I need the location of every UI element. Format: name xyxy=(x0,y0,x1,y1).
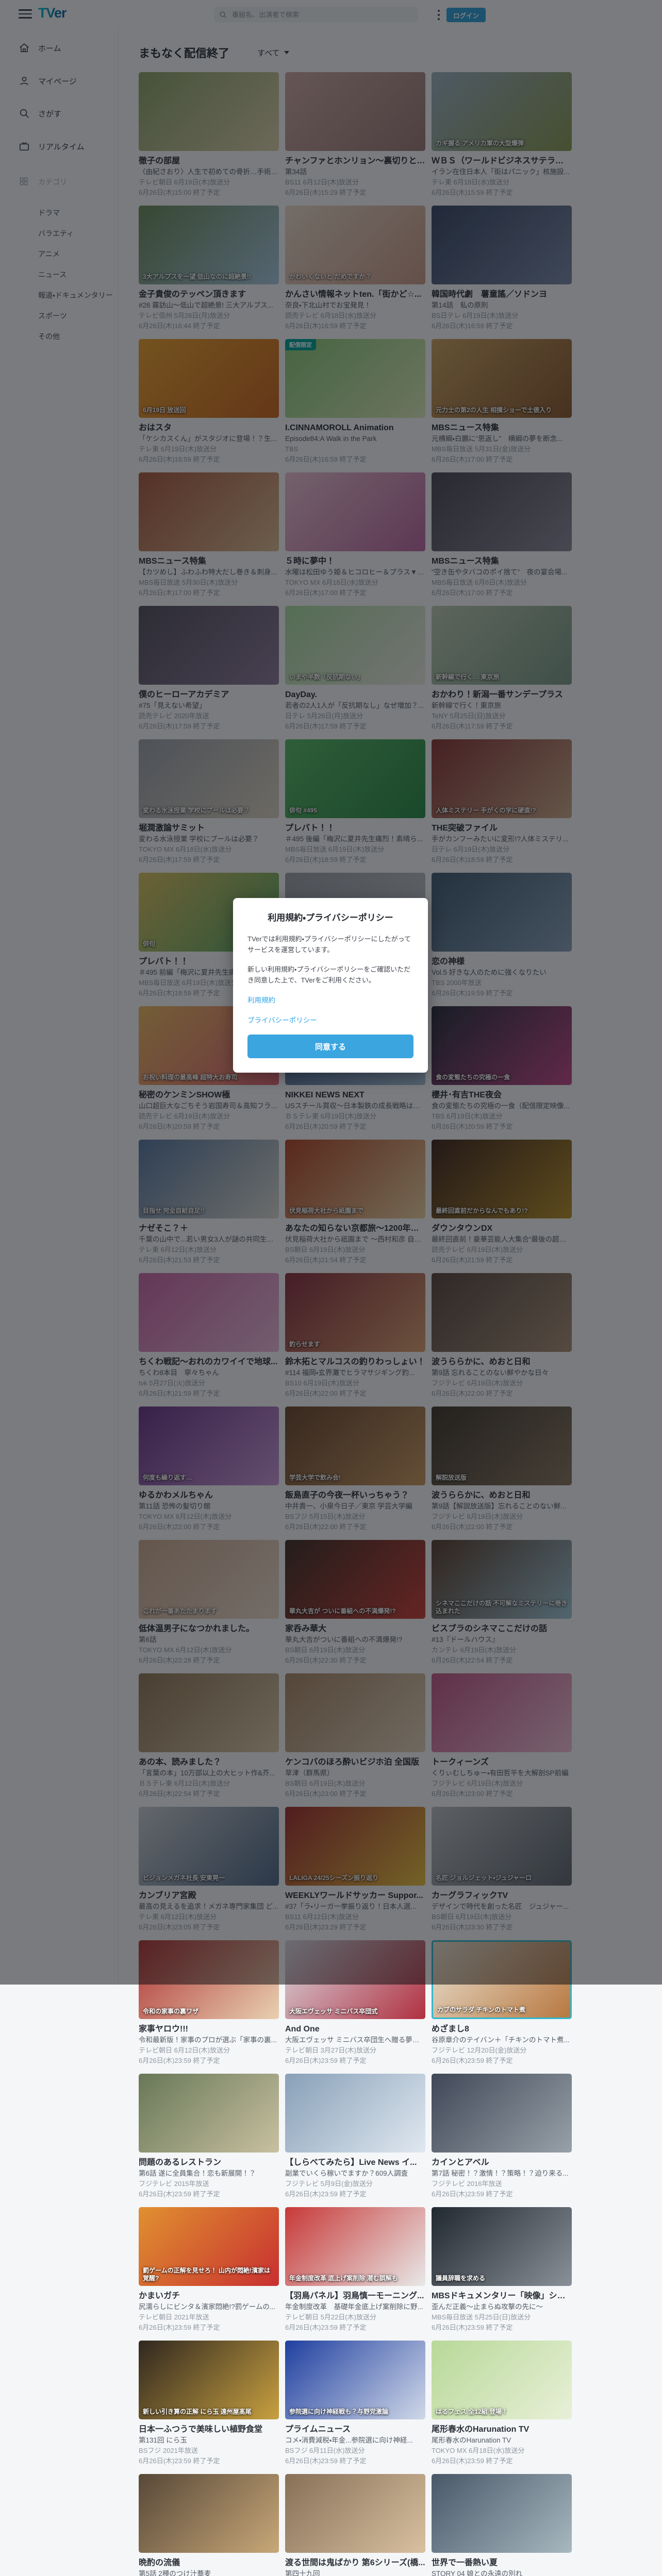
video-end-date: 6月26日(木)23:59 終了予定 xyxy=(285,2457,367,2465)
video-card[interactable]: 渡る世間は鬼ばかり 第6シリーズ(橋...第四十九回TBS 2003年放送6月2… xyxy=(285,2474,425,2576)
video-title: 家事ヤロウ!!! xyxy=(139,2025,188,2033)
video-subtitle: 第7話 秘密！？激情！？策略！？迫り来る... xyxy=(432,2170,569,2177)
video-title: 【羽鳥パネル】羽鳥慎一モーニング... xyxy=(285,2292,424,2300)
video-card[interactable]: 【しらべてみたら】Live News イ... 副業でいくら稼いでますか？609人… xyxy=(285,2074,425,2199)
video-title: 世界で一番熱い夏 xyxy=(432,2558,498,2567)
video-thumbnail[interactable]: 年金制度改革 底上げ案削除 潜む誤解も xyxy=(285,2207,425,2286)
thumbnail-caption: 参院選に向け神経戦も？与野党激論 xyxy=(289,2408,389,2415)
video-card[interactable]: 参院選に向け神経戦も？与野党激論プライムニュースコメ・消費減税・年金...参院選… xyxy=(285,2341,425,2466)
video-thumbnail[interactable]: 新しい引き算の正解 にら玉 遠州屋髙尾 xyxy=(139,2341,279,2419)
video-end-date: 6月26日(木)23:59 終了予定 xyxy=(432,2190,513,2198)
video-title: And One xyxy=(285,2025,320,2033)
video-thumbnail[interactable] xyxy=(285,2074,425,2153)
terms-modal: 利用規約・プライバシーポリシー TVerでは利用規約・プライバシーポリシーにした… xyxy=(233,898,428,1073)
terms-link[interactable]: 利用規約 xyxy=(247,994,413,1005)
video-channel-date: フジテレビ 2016年放送 xyxy=(432,2180,502,2188)
video-title: 渡る世間は鬼ばかり 第6シリーズ(橋... xyxy=(285,2558,425,2567)
video-subtitle: 第131回 にら玉 xyxy=(139,2436,187,2444)
video-channel-date: テレビ朝日 6月12日(木)放送分 xyxy=(139,2046,230,2054)
video-subtitle: 第四十九回 xyxy=(285,2570,320,2576)
video-thumbnail[interactable]: はるフェス 全12組 登場！ xyxy=(432,2341,572,2419)
video-channel-date: フジテレビ 2015年放送 xyxy=(139,2180,209,2188)
video-end-date: 6月26日(木)23:59 終了予定 xyxy=(139,2324,220,2331)
video-thumbnail[interactable] xyxy=(432,2474,572,2553)
video-end-date: 6月26日(木)23:59 終了予定 xyxy=(139,2057,220,2064)
video-subtitle: 尻濡らしにビンタ＆濱家悶絶!?罰ゲームの... xyxy=(139,2303,276,2311)
video-title: かまいガチ xyxy=(139,2292,180,2300)
video-channel-date: BSフジ 2021年放送 xyxy=(139,2447,198,2454)
video-end-date: 6月26日(木)23:59 終了予定 xyxy=(432,2324,513,2331)
video-card[interactable]: 世界で一番熱い夏STORY 04 娘との永遠の別れTBS 2001年放送6月26… xyxy=(432,2474,572,2576)
thumbnail-caption: 大阪エヴェッサ ミニバス卒団式 xyxy=(289,2008,378,2015)
agree-button[interactable]: 同意する xyxy=(247,1035,413,1059)
video-channel-date: フジテレビ 12月20日(金)放送分 xyxy=(432,2046,527,2054)
video-end-date: 6月26日(木)23:59 終了予定 xyxy=(139,2190,220,2198)
video-end-date: 6月26日(木)23:59 終了予定 xyxy=(139,2457,220,2465)
video-channel-date: BSフジ 6月11日(水)放送分 xyxy=(285,2447,365,2454)
thumbnail-caption: 罰ゲームの正解を見せろ！ 山内が悶絶!濱家は覚醒? xyxy=(143,2267,270,2282)
privacy-policy-link[interactable]: プライバシーポリシー xyxy=(247,1014,413,1025)
thumbnail-caption: 令和の家事の裏ワザ xyxy=(143,2008,199,2015)
video-end-date: 6月26日(木)23:59 終了予定 xyxy=(285,2057,367,2064)
video-thumbnail[interactable] xyxy=(139,2074,279,2153)
video-subtitle: 歪んだ正義〜止まらぬ攻撃の先に〜 xyxy=(432,2303,543,2311)
video-subtitle: 尾形春水のHarunation TV xyxy=(432,2436,511,2444)
thumbnail-caption: 新しい引き算の正解 にら玉 遠州屋髙尾 xyxy=(143,2408,252,2415)
modal-body-2: 新しい利用規約・プライバシーポリシーをご確認いただき同意した上で、TVerをご利… xyxy=(247,965,411,985)
video-title: カインとアベル xyxy=(432,2158,489,2167)
video-card[interactable]: はるフェス 全12組 登場！ 尾形春水のHarunation TV 尾形春水のHar… xyxy=(432,2341,572,2466)
video-title: プライムニュース xyxy=(285,2425,351,2434)
video-channel-date: フジテレビ 5月9日(金)放送分 xyxy=(285,2180,373,2188)
modal-title: 利用規約・プライバシーポリシー xyxy=(268,913,393,923)
video-title: めざまし8 xyxy=(432,2025,469,2033)
video-channel-date: MBS毎日放送 5月25日(日)放送分 xyxy=(432,2313,531,2321)
video-end-date: 6月26日(木)23:59 終了予定 xyxy=(285,2324,367,2331)
video-subtitle: STORY 04 娘との永遠の別れ xyxy=(432,2570,523,2576)
video-card[interactable]: 問題のあるレストラン第6話 遂に全員集合！恋も新展開！？ フジテレビ 2015年放… xyxy=(139,2074,279,2199)
video-subtitle: 年金制度改革 基礎年金底上げ案削除に野... xyxy=(285,2303,423,2311)
video-title: 【しらべてみたら】Live News イ... xyxy=(285,2158,417,2167)
video-card[interactable]: 年金制度改革 底上げ案削除 潜む誤解も【羽鳥パネル】羽鳥慎一モーニング... 年金… xyxy=(285,2207,425,2333)
video-subtitle: 谷原章介のテイバン＋「チキンのトマト煮... xyxy=(432,2036,570,2044)
video-subtitle: 大阪エヴェッサ ミニバス卒団生へ贈る夢体験 xyxy=(285,2036,425,2044)
video-card[interactable]: カインとアベル第7話 秘密！？激情！？策略！？迫り来る... フジテレビ 2016… xyxy=(432,2074,572,2199)
video-channel-date: テレビ朝日 5月22日(木)放送分 xyxy=(285,2313,376,2321)
video-subtitle: 副業でいくら稼いでますか？609人調査 xyxy=(285,2170,408,2177)
video-subtitle: コメ・消費減税・年金...参院選に向け神経... xyxy=(285,2436,413,2444)
video-card[interactable]: 新しい引き算の正解 にら玉 遠州屋髙尾日本一ふつうで美味しい植野食堂 第131回 … xyxy=(139,2341,279,2466)
video-card[interactable]: 罰ゲームの正解を見せろ！ 山内が悶絶!濱家は覚醒? かまいガチ尻濡らしにビンタ＆濱… xyxy=(139,2207,279,2333)
video-card[interactable]: 晩酌の流儀第5話 2種のつけ汁蕎麦テレ東 2022年放送6月26日(木)23:5… xyxy=(139,2474,279,2576)
video-thumbnail[interactable]: 罰ゲームの正解を見せろ！ 山内が悶絶!濱家は覚醒? xyxy=(139,2207,279,2286)
video-thumbnail[interactable]: 議員辞職を求める xyxy=(432,2207,572,2286)
video-end-date: 6月26日(木)23:59 終了予定 xyxy=(432,2057,513,2064)
video-thumbnail[interactable] xyxy=(139,2474,279,2553)
video-subtitle: 第5話 2種のつけ汁蕎麦 xyxy=(139,2570,211,2576)
video-subtitle: 第6話 遂に全員集合！恋も新展開！？ xyxy=(139,2170,256,2177)
video-subtitle: 令和最新版！家事のプロが選ぶ「家事の裏... xyxy=(139,2036,277,2044)
thumbnail-caption: 年金制度改革 底上げ案削除 潜む誤解も xyxy=(289,2275,398,2282)
video-title: 問題のあるレストラン xyxy=(139,2158,222,2167)
video-thumbnail[interactable] xyxy=(285,2474,425,2553)
video-title: 晩酌の流儀 xyxy=(139,2558,180,2567)
modal-body-1: TVerでは利用規約・プライバシーポリシーにしたがってサービスを運営しています。 xyxy=(247,935,411,954)
thumbnail-caption: 議員辞職を求める xyxy=(436,2275,486,2282)
video-card[interactable]: 議員辞職を求める MBSドキュメンタリー「映像」シリ... 歪んだ正義〜止まらぬ攻撃… xyxy=(432,2207,572,2333)
video-title: 日本一ふつうで美味しい植野食堂 xyxy=(139,2425,263,2434)
video-end-date: 6月26日(木)23:59 終了予定 xyxy=(285,2190,367,2198)
video-channel-date: テレビ朝日 2021年放送 xyxy=(139,2313,209,2321)
thumbnail-caption: はるフェス 全12組 登場！ xyxy=(436,2408,508,2415)
video-channel-date: テレビ朝日 3月27日(木)放送分 xyxy=(285,2046,376,2054)
video-title: 尾形春水のHarunation TV xyxy=(432,2425,529,2434)
video-channel-date: TOKYO MX 6月18日(水)放送分 xyxy=(432,2447,525,2454)
video-end-date: 6月26日(木)23:59 終了予定 xyxy=(432,2457,513,2465)
video-thumbnail[interactable]: 参院選に向け神経戦も？与野党激論 xyxy=(285,2341,425,2419)
video-title: MBSドキュメンタリー「映像」シリ... xyxy=(432,2292,572,2300)
thumbnail-caption: カブのサラダ チキンのトマト煮 xyxy=(437,2006,525,2013)
video-thumbnail[interactable] xyxy=(432,2074,572,2153)
